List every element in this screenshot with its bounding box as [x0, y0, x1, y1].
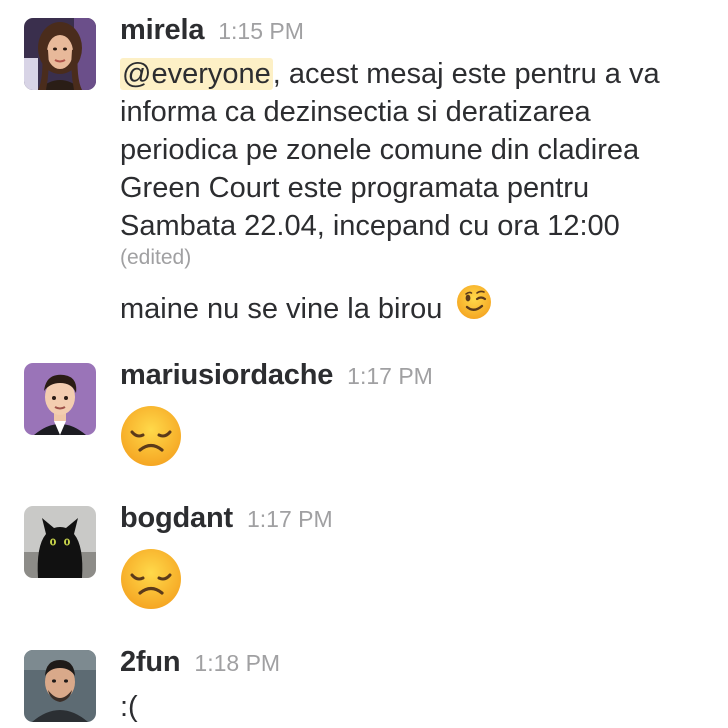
disappointed-face-icon — [120, 405, 182, 472]
winking-face-icon — [456, 284, 492, 330]
author-name[interactable]: mariusiordache — [120, 359, 333, 391]
disappointed-face-icon — [120, 548, 182, 615]
edited-label: (edited) — [120, 246, 192, 269]
timestamp[interactable]: 1:15 PM — [218, 18, 304, 44]
message-followup: maine nu se vine la birou — [120, 285, 492, 330]
avatar-2fun[interactable] — [24, 650, 96, 722]
message-header: mirela 1:15 PM — [120, 14, 304, 47]
message-body: :( — [120, 691, 138, 723]
message-header: mariusiordache 1:17 PM — [120, 359, 433, 392]
avatar-mirela[interactable] — [24, 18, 96, 90]
message-text: maine nu se vine la birou — [120, 293, 443, 325]
message-line: periodica pe zonele comune din cladirea — [120, 134, 640, 166]
timestamp[interactable]: 1:17 PM — [347, 363, 433, 389]
message-text: , acest mesaj este pentru a va — [272, 58, 660, 90]
message-header: bogdant 1:17 PM — [120, 502, 333, 535]
author-name[interactable]: mirela — [120, 14, 204, 46]
message-line: informa ca dezinsectia si deratizarea — [120, 96, 591, 128]
timestamp[interactable]: 1:17 PM — [247, 506, 333, 532]
avatar-bogdant[interactable] — [24, 506, 96, 578]
author-name[interactable]: bogdant — [120, 502, 233, 534]
message-line: @everyone, acest mesaj este pentru a va — [120, 55, 660, 93]
timestamp[interactable]: 1:18 PM — [194, 650, 280, 676]
message-line: Green Court este programata pentru — [120, 172, 590, 204]
mention-everyone[interactable]: @everyone — [120, 58, 273, 90]
message-line: Sambata 22.04, incepand cu ora 12:00 — [120, 210, 620, 242]
message-header: 2fun 1:18 PM — [120, 646, 280, 679]
author-name[interactable]: 2fun — [120, 646, 181, 678]
avatar-mariusiordache[interactable] — [24, 363, 96, 435]
message-body: @everyone, acest mesaj este pentru a va … — [120, 55, 660, 245]
